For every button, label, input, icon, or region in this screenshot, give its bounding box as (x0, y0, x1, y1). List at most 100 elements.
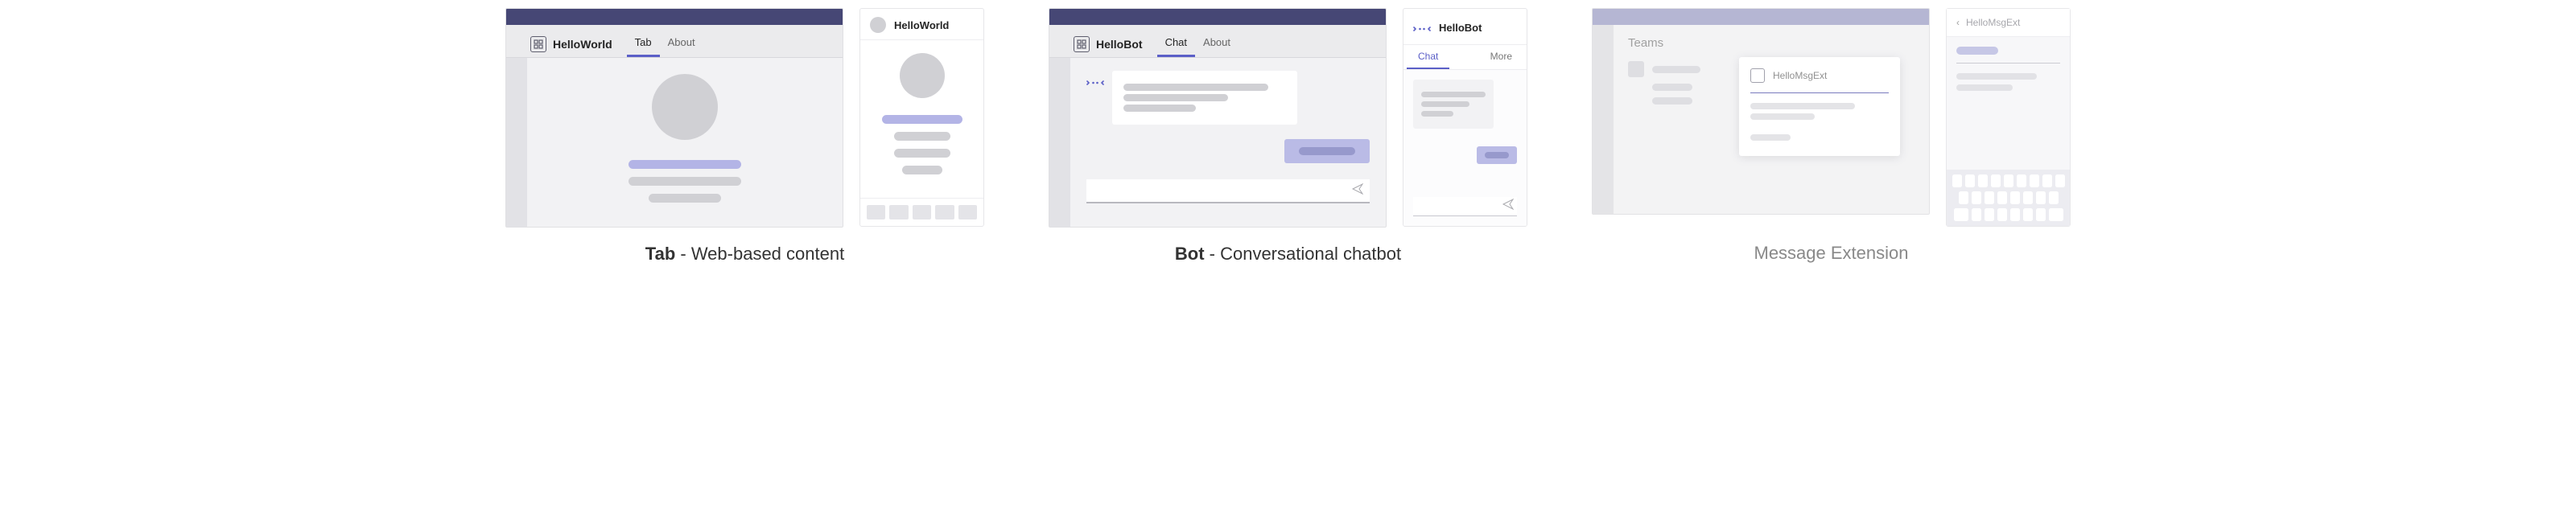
key[interactable] (2030, 174, 2039, 187)
footer-item[interactable] (913, 205, 931, 219)
msgext-desktop-window: Teams HelloMsgExt (1592, 8, 1930, 215)
msgext-popup: HelloMsgExt (1739, 57, 1900, 156)
bot-tab-about[interactable]: About (1195, 31, 1239, 57)
key[interactable] (2017, 174, 2026, 187)
left-rail (506, 58, 527, 227)
msgext-group: Teams HelloMsgExt (1592, 8, 2071, 264)
key[interactable] (2010, 191, 2020, 204)
tab-mockups: HelloWorld Tab About HelloWorld (505, 8, 984, 228)
app-icon (530, 36, 546, 52)
key[interactable] (2042, 174, 2052, 187)
placeholder-line (1123, 84, 1268, 91)
placeholder-line (1485, 152, 1509, 158)
key[interactable] (1997, 191, 2007, 204)
tab-tab[interactable]: Tab (627, 31, 660, 57)
key[interactable] (2023, 208, 2033, 221)
bot-mobile-tab-chat[interactable]: Chat (1407, 45, 1449, 69)
msgext-mobile: ‹ HelloMsgExt (1946, 8, 2071, 227)
window-titlebar (1593, 9, 1929, 25)
tab-caption-rest: - Web-based content (675, 244, 844, 264)
placeholder-line (1299, 147, 1355, 155)
left-rail (1049, 58, 1070, 227)
placeholder-line (1750, 113, 1815, 120)
key[interactable] (2055, 174, 2065, 187)
key[interactable] (2036, 208, 2046, 221)
bot-tab-chat[interactable]: Chat (1157, 31, 1195, 57)
placeholder-line (1421, 92, 1486, 97)
tab-body (506, 58, 843, 227)
bot-icon (1413, 20, 1431, 38)
tab-content (527, 58, 843, 227)
key[interactable] (2049, 191, 2059, 204)
placeholder-line (882, 115, 962, 124)
send-icon[interactable] (1502, 199, 1514, 214)
key[interactable] (2023, 191, 2033, 204)
msgext-body: Teams HelloMsgExt (1593, 25, 1929, 214)
placeholder-line (1652, 84, 1692, 91)
bot-mobile-card (1413, 80, 1494, 129)
key[interactable] (1954, 208, 1968, 221)
bot-body (1049, 58, 1386, 227)
bot-mobile-tab-more[interactable]: More (1479, 45, 1523, 69)
key[interactable] (2010, 208, 2020, 221)
tab-group: HelloWorld Tab About HelloWorld (505, 8, 984, 265)
key[interactable] (2036, 191, 2046, 204)
placeholder-line (1421, 101, 1469, 107)
key[interactable] (1965, 174, 1975, 187)
bot-message-row (1086, 71, 1370, 125)
tab-mobile-body (860, 40, 983, 198)
msgext-caption: Message Extension (1754, 243, 1909, 264)
key[interactable] (1978, 174, 1988, 187)
bot-mobile-reply (1477, 146, 1517, 164)
send-icon[interactable] (1352, 183, 1363, 199)
key[interactable] (1972, 191, 1981, 204)
popup-header: HelloMsgExt (1750, 68, 1889, 83)
bot-caption: Bot - Conversational chatbot (1175, 244, 1401, 265)
left-rail (1593, 25, 1614, 214)
footer-item[interactable] (935, 205, 954, 219)
avatar-placeholder (900, 53, 945, 98)
tab-about[interactable]: About (660, 31, 703, 57)
placeholder-line (1421, 111, 1453, 117)
bot-mobile-title: HelloBot (1439, 22, 1482, 34)
keyboard-row (1952, 174, 2065, 187)
bot-caption-strong: Bot (1175, 244, 1205, 264)
bot-mockups: HelloBot Chat About (1049, 8, 1527, 228)
back-icon[interactable]: ‹ (1956, 17, 1960, 28)
popup-divider (1750, 92, 1889, 93)
bot-header: HelloBot Chat About (1049, 25, 1386, 58)
key[interactable] (1972, 208, 1981, 221)
footer-item[interactable] (958, 205, 977, 219)
key[interactable] (1959, 191, 1968, 204)
tab-mobile-footer (860, 198, 983, 226)
key[interactable] (2004, 174, 2013, 187)
key[interactable] (1991, 174, 2001, 187)
footer-item[interactable] (889, 205, 908, 219)
bot-mobile-tabs: Chat More (1403, 45, 1527, 70)
tab-mobile: HelloWorld (859, 8, 984, 227)
footer-item[interactable] (867, 205, 885, 219)
bot-group: HelloBot Chat About (1049, 8, 1527, 265)
key[interactable] (1997, 208, 2007, 221)
msgext-content: Teams HelloMsgExt (1614, 25, 1929, 214)
key[interactable] (1985, 191, 1994, 204)
key[interactable] (2049, 208, 2063, 221)
tab-header: HelloWorld Tab About (506, 25, 843, 58)
key[interactable] (1985, 208, 1994, 221)
item-icon (1628, 61, 1644, 77)
message-input[interactable] (1086, 179, 1370, 203)
msgext-mockups: Teams HelloMsgExt (1592, 8, 2071, 227)
bot-mobile-chat (1403, 70, 1527, 226)
placeholder-line (1956, 73, 2037, 80)
key[interactable] (1952, 174, 1962, 187)
tab-caption-strong: Tab (645, 244, 675, 264)
user-reply (1284, 139, 1370, 163)
window-titlebar (506, 9, 843, 25)
placeholder-line (1652, 66, 1700, 73)
bot-mobile-input[interactable] (1413, 197, 1517, 216)
tab-mobile-title: HelloWorld (894, 19, 949, 31)
keyboard[interactable] (1947, 170, 2070, 226)
bot-chat-area (1070, 58, 1386, 227)
placeholder-line (1652, 97, 1692, 105)
tab-desktop-window: HelloWorld Tab About (505, 8, 843, 228)
